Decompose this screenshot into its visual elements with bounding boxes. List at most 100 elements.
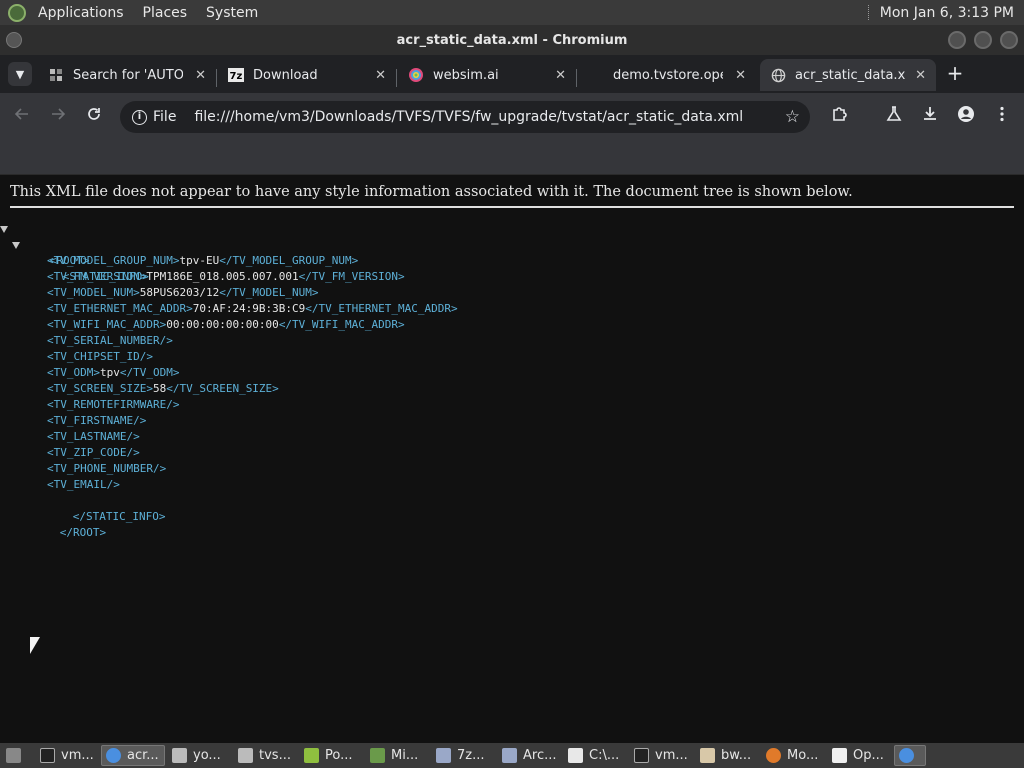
- xml-element-line: <TV_EMAIL/>: [10, 477, 458, 493]
- xml-open-tag: <TV_MODEL_NUM>: [47, 286, 140, 299]
- extensions-button[interactable]: [828, 105, 852, 129]
- back-button[interactable]: [10, 105, 34, 129]
- gnome-foot-icon[interactable]: [8, 3, 26, 22]
- system-menu[interactable]: System: [206, 5, 258, 21]
- close-window-button[interactable]: [1000, 31, 1018, 49]
- panel-separator: [867, 5, 870, 20]
- 7zip-icon: [568, 748, 583, 763]
- tab-title: Search for 'AUTOP: [73, 67, 183, 83]
- app-icon: [304, 748, 319, 763]
- close-icon[interactable]: ✕: [375, 68, 386, 83]
- taskbar-item[interactable]: Mi...: [366, 745, 430, 766]
- window-menu-icon[interactable]: [6, 32, 22, 48]
- window-title: acr_static_data.xml - Chromium: [396, 32, 628, 48]
- puzzle-icon: [833, 107, 847, 121]
- collapse-triangle-icon[interactable]: [0, 226, 8, 233]
- reload-button[interactable]: [82, 105, 106, 129]
- new-tab-button[interactable]: +: [944, 63, 966, 85]
- window-titlebar[interactable]: acr_static_data.xml - Chromium: [0, 25, 1024, 55]
- taskbar-label: vm...: [655, 748, 688, 763]
- taskbar-item[interactable]: Arc...: [498, 745, 562, 766]
- top-panel: Applications Places System Mon Jan 6, 3:…: [0, 0, 1024, 25]
- taskbar-item[interactable]: tvs...: [234, 745, 298, 766]
- applications-menu[interactable]: Applications: [38, 5, 124, 21]
- close-icon[interactable]: ✕: [735, 68, 746, 83]
- tab-title: acr_static_data.xm: [795, 67, 905, 83]
- address-bar[interactable]: i File file:///home/vm3/Downloads/TVFS/T…: [120, 101, 810, 133]
- xml-close-tag: </TV_SCREEN_SIZE>: [166, 382, 279, 395]
- xml-tag: </ROOT>: [59, 526, 107, 539]
- xml-close-tag: </TV_WIFI_MAC_ADDR>: [278, 318, 405, 331]
- tab-websim[interactable]: websim.ai ✕: [398, 59, 576, 91]
- taskbar-item[interactable]: bw...: [696, 745, 760, 766]
- close-icon[interactable]: ✕: [555, 68, 566, 83]
- xml-close-tag: </TV_MODEL_NUM>: [219, 286, 319, 299]
- editor-icon: [700, 748, 715, 763]
- firefox-icon: [766, 748, 781, 763]
- tab-title: websim.ai: [433, 67, 499, 83]
- xml-element-line: <TV_SCREEN_SIZE>58</TV_SCREEN_SIZE>: [10, 381, 458, 397]
- xml-open-tag: <TV_CHIPSET_ID/>: [47, 350, 153, 363]
- clock[interactable]: Mon Jan 6, 3:13 PM: [880, 5, 1014, 21]
- 7zip-icon: 7z: [228, 67, 244, 83]
- maximize-button[interactable]: [974, 31, 992, 49]
- url-text[interactable]: file:///home/vm3/Downloads/TVFS/TVFS/fw_…: [194, 109, 743, 125]
- xml-element-line: <TV_PHONE_NUMBER/>: [10, 461, 458, 477]
- xml-element-line: <TV_LASTNAME/>: [10, 429, 458, 445]
- xml-element-line: <TV_FIRSTNAME/>: [10, 413, 458, 429]
- download-icon: [924, 107, 936, 120]
- tab-demo-tvstore[interactable]: demo.tvstore.oper ✕: [578, 59, 756, 91]
- xml-value: 70:AF:24:9B:3B:C9: [192, 302, 306, 315]
- terminal-icon: [634, 748, 649, 763]
- taskbar-label: Po...: [325, 748, 353, 763]
- chromium-icon: [106, 748, 121, 763]
- xml-open-tag: <TV_LASTNAME/>: [47, 430, 140, 443]
- taskbar-item[interactable]: Mo...: [762, 745, 826, 766]
- show-desktop-button[interactable]: [2, 745, 24, 766]
- close-icon[interactable]: ✕: [195, 68, 206, 83]
- search-tab-icon: [48, 67, 64, 83]
- taskbar-item[interactable]: vm...: [36, 745, 100, 766]
- minimize-button[interactable]: [948, 31, 966, 49]
- tab-search[interactable]: Search for 'AUTOP ✕: [38, 59, 216, 91]
- taskbar-item[interactable]: [894, 745, 926, 766]
- xml-open-tag: <TV_REMOTEFIRMWARE/>: [47, 398, 180, 411]
- taskbar-item[interactable]: C:\...: [564, 745, 628, 766]
- info-icon: i: [132, 109, 147, 125]
- taskbar-label: Mi...: [391, 748, 419, 763]
- tab-download[interactable]: 7z Download ✕: [218, 59, 396, 91]
- profile-button[interactable]: [954, 105, 978, 129]
- taskbar-item[interactable]: Po...: [300, 745, 364, 766]
- taskbar-item[interactable]: Op...: [828, 745, 892, 766]
- xml-value: 58: [152, 382, 167, 395]
- xml-element-line: <TV_CHIPSET_ID/>: [10, 349, 458, 365]
- xml-value: TPM186E_018.005.007.001: [146, 270, 299, 283]
- site-info-button[interactable]: i File: [124, 105, 184, 129]
- labs-button[interactable]: [882, 105, 906, 129]
- xml-value: 00:00:00:00:00:00: [166, 318, 279, 331]
- collapse-triangle-icon[interactable]: [12, 242, 20, 249]
- taskbar-label: Op...: [853, 748, 884, 763]
- taskbar-item[interactable]: yo...: [168, 745, 232, 766]
- xml-element-line: <TV_WIFI_MAC_ADDR>00:00:00:00:00:00</TV_…: [10, 317, 458, 333]
- forward-button[interactable]: [46, 105, 70, 129]
- xml-element-line: <TV_MODEL_NUM>58PUS6203/12</TV_MODEL_NUM…: [10, 285, 458, 301]
- tab-acr-static-data[interactable]: acr_static_data.xm ✕: [760, 59, 936, 91]
- avatar-icon: [958, 106, 974, 122]
- tab-search-button[interactable]: ▼: [8, 62, 32, 86]
- taskbar-item[interactable]: 7z...: [432, 745, 496, 766]
- places-menu[interactable]: Places: [143, 5, 188, 21]
- reload-icon: [88, 108, 100, 120]
- tab-separator: [396, 69, 397, 87]
- xml-open-tag: <TV_ETHERNET_MAC_ADDR>: [47, 302, 193, 315]
- taskbar-item[interactable]: acr...: [101, 745, 165, 766]
- menu-button[interactable]: [990, 105, 1014, 129]
- taskbar-item[interactable]: vm...: [630, 745, 694, 766]
- kebab-menu-icon: [1000, 106, 1004, 122]
- taskbar-label: bw...: [721, 748, 752, 763]
- close-icon[interactable]: ✕: [915, 68, 926, 83]
- taskbar-label: Mo...: [787, 748, 819, 763]
- downloads-button[interactable]: [918, 105, 942, 129]
- network-icon: [502, 748, 517, 763]
- bookmark-star-icon[interactable]: ☆: [785, 107, 800, 127]
